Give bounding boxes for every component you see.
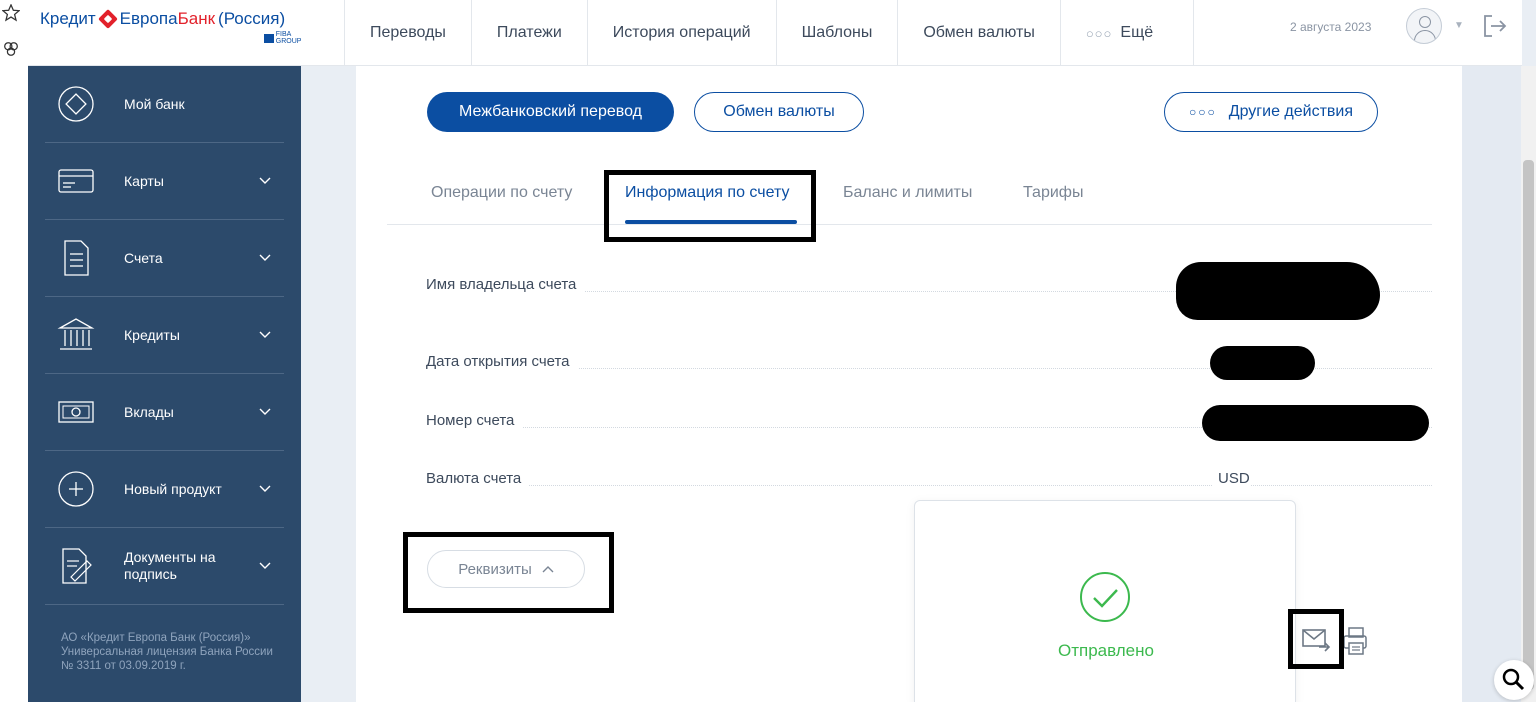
account-number-label: Номер счета [426,412,523,429]
sidebar: Мой банк Карты Счета Кредиты Вклады Новы… [28,66,301,702]
redaction-account-number [1202,405,1429,441]
chevron-down-icon [259,485,271,492]
bank-logo[interactable]: Кредит Европа Банк (Россия) FIBA GROUP [40,9,301,49]
sent-status-text: Отправлено [1058,641,1154,660]
owner-label: Имя владельца счета [426,276,585,293]
scrollbar-thumb[interactable] [1523,160,1534,690]
star-icon[interactable] [2,4,20,22]
chevron-down-icon [259,254,271,261]
currency-value: USD [1212,470,1250,487]
fiba-group-logo: FIBA GROUP [264,31,306,45]
chevron-down-icon [259,331,271,338]
sidebar-item-cards[interactable]: Карты [45,143,284,220]
right-background [1462,66,1521,702]
logo-text-2: Европа [119,9,178,28]
currency-row: Валюта счета USD [426,470,1432,494]
sidebar-item-label: Кредиты [124,326,180,343]
sidebar-item-label: Новый продукт [124,480,222,497]
sidebar-item-label: Документы на подпись [124,549,216,582]
exchange-button[interactable]: Обмен валюты [694,92,864,132]
print-icon[interactable] [1341,626,1369,656]
chevron-down-icon [259,562,271,569]
tab-balance-limits[interactable]: Баланс и лимиты [843,184,972,202]
diamond-icon [58,86,94,122]
logout-icon[interactable] [1482,13,1508,39]
document-icon [64,240,89,276]
magnifier-icon [1502,668,1525,691]
chevron-down-icon [259,408,271,415]
nav-exchange[interactable]: Обмен валюты [897,0,1059,66]
tab-operations[interactable]: Операции по счету [431,184,572,202]
logo-text-4: (Россия) [218,9,286,28]
banknote-icon [58,401,94,423]
chevron-down-icon [259,177,271,184]
nav-more-label: Ещё [1120,24,1154,41]
tab-tariffs[interactable]: Тарифы [1023,184,1083,202]
sidebar-item-label: Вклады [124,403,174,420]
logo-diamond-icon [97,9,118,29]
nav-transfers[interactable]: Переводы [344,0,471,66]
highlight-requisites [403,532,614,613]
fiba-mark-icon [264,33,274,43]
more-dots-icon: ○○○ [1188,105,1217,119]
redaction-open-date [1210,346,1315,380]
check-circle-icon [1080,572,1130,622]
card-icon [58,169,94,193]
nav-more[interactable]: ○○○ Ещё [1059,0,1195,66]
top-header: Кредит Европа Банк (Россия) FIBA GROUP П… [28,0,1522,66]
nav-payments[interactable]: Платежи [470,0,587,66]
sent-status-popup: Отправлено [914,500,1296,702]
nav-templates[interactable]: Шаблоны [775,0,898,66]
sidebar-item-credits[interactable]: Кредиты [45,297,284,374]
sidebar-item-documents[interactable]: Документы на подпись [45,528,284,605]
redaction-owner [1176,262,1380,320]
currency-label: Валюта счета [426,470,530,487]
current-date: 2 августа 2023 [1290,20,1372,34]
sidebar-item-label: Мой банк [124,95,185,112]
main-nav: Переводы Платежи История операций Шаблон… [344,0,1195,66]
other-actions-label: Другие действия [1228,103,1354,120]
logo-text-1: Кредит [40,9,96,28]
profile-chevron-down-icon[interactable]: ▼ [1454,20,1464,31]
bank-building-icon [57,318,95,350]
account-tabs: Операции по счету Информация по счету Ба… [387,171,1432,225]
nav-history[interactable]: История операций [586,0,776,66]
license-footer: АО «Кредит Европа Банк (Россия)» Универс… [61,632,273,672]
more-dots-icon: ○○○ [1085,25,1113,41]
interbank-transfer-button[interactable]: Межбанковский перевод [427,92,674,132]
sign-document-icon [62,548,92,584]
highlight-email-icon [1288,609,1344,669]
sidebar-item-label: Карты [124,172,164,189]
sidebar-item-accounts[interactable]: Счета [45,220,284,297]
browser-gutter [0,0,28,702]
plus-circle-icon [58,471,94,507]
open-date-label: Дата открытия счета [426,353,578,370]
other-actions-button[interactable]: ○○○ Другие действия [1164,92,1378,132]
zoom-button[interactable] [1494,660,1534,700]
highlight-info-tab [604,170,816,242]
logo-text-3: Банк [177,9,216,28]
avatar[interactable] [1406,8,1442,44]
sidebar-item-new-product[interactable]: Новый продукт [45,451,284,528]
collections-icon[interactable] [2,40,20,58]
sidebar-item-label: Счета [124,249,163,266]
sidebar-item-my-bank[interactable]: Мой банк [45,66,284,143]
sidebar-item-deposits[interactable]: Вклады [45,374,284,451]
